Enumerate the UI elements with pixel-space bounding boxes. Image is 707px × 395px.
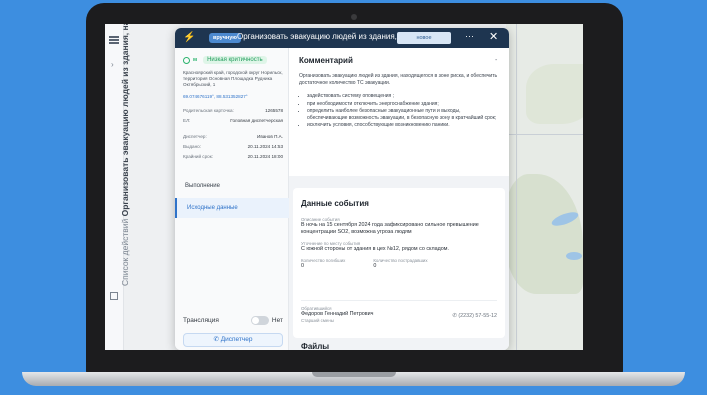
criticality-icon: [183, 56, 190, 64]
task-panel: ⚡ вручную Организовать эвакуацию людей и…: [175, 28, 509, 350]
list-item: определить наиболее безопасные эвакуацио…: [307, 108, 499, 121]
broadcast-toggle[interactable]: [250, 316, 269, 325]
broadcast-row: Трансляция Нет: [183, 316, 283, 325]
field-issued: Выдано: 20.11.2024 14:53: [183, 144, 283, 149]
task-title: Организовать эвакуацию людей из здания, …: [237, 32, 411, 41]
info-column: м Низкая критичность Красноярский край, …: [175, 48, 289, 350]
map[interactable]: [506, 24, 583, 350]
laptop-lid: › Список действий Организовать эвакуацию…: [86, 3, 623, 375]
dead-value: 0: [301, 263, 304, 269]
content-area: Комментарий - Организовать эвакуацию люд…: [289, 48, 509, 350]
criticality: м Низкая критичность: [183, 56, 267, 64]
field-parent-card: Родительская карточка: 1265578: [183, 108, 283, 113]
field-dispatcher: Диспетчер: Иванов П.А.: [183, 134, 283, 139]
comment-card: Комментарий - Организовать эвакуацию люд…: [289, 48, 509, 176]
files-heading: Файлы: [301, 342, 330, 350]
more-icon[interactable]: ···: [465, 31, 474, 41]
dead-label: Количество погибших: [301, 258, 346, 263]
nav-source-data[interactable]: Исходные данные: [175, 198, 289, 218]
casualties-row: Количество погибших 0 Количество пострад…: [301, 258, 497, 270]
reporter-phone[interactable]: ✆ (2232) 57-55-12: [452, 313, 497, 319]
address: Красноярский край, городской округ Норил…: [183, 70, 283, 87]
comment-list: задействовать систему оповещения ; при н…: [299, 93, 499, 129]
chevron-right-icon[interactable]: ›: [111, 60, 114, 69]
collapse-icon[interactable]: -: [495, 57, 497, 64]
list-item: исключить условия, способствующие возник…: [307, 122, 499, 129]
side-rail: › Список действий Организовать эвакуацию…: [105, 24, 130, 350]
camera-icon: [351, 14, 357, 20]
dispatcher-button[interactable]: ✆ Диспетчер: [183, 333, 283, 347]
event-desc: В ночь на 15 сентября 2024 года зафиксир…: [301, 222, 479, 235]
criticality-code: м: [193, 57, 198, 63]
screen: › Список действий Организовать эвакуацию…: [105, 24, 583, 350]
rail-title: Список действий Организовать эвакуацию л…: [120, 24, 130, 286]
criticality-badge: Низкая критичность: [203, 56, 267, 64]
rail-task-title[interactable]: Организовать эвакуацию людей из здания, …: [120, 24, 130, 216]
event-place: С южной стороны от здания в цех №12, ряд…: [301, 246, 449, 252]
menu-icon[interactable]: [109, 36, 119, 44]
coordinates-link[interactable]: 69.074676119°, 88.531352827°: [183, 94, 248, 99]
phone-icon: ✆: [213, 336, 221, 343]
injured-label: Количество пострадавших: [373, 258, 428, 263]
list-item: задействовать систему оповещения ;: [307, 93, 499, 100]
reporter-block: Обратившийся Федоров Геннадий Петрович С…: [301, 300, 497, 323]
list-item: при необходимости отключить энергоснабже…: [307, 101, 499, 108]
laptop-base: [22, 372, 685, 386]
close-icon[interactable]: ✕: [489, 30, 498, 43]
field-unit: ЕЛ: Головная диспетчерская: [183, 118, 283, 123]
rail-prefix: Список действий: [120, 218, 130, 286]
broadcast-state: Нет: [271, 317, 283, 324]
event-card: Данные события Описание события В ночь н…: [293, 188, 505, 338]
injured-value: 0: [373, 263, 377, 269]
comment-text: Организовать эвакуацию людей из здания, …: [299, 73, 498, 86]
panel-header: ⚡ вручную Организовать эвакуацию людей и…: [175, 28, 509, 48]
list-icon[interactable]: [110, 292, 118, 300]
broadcast-label: Трансляция: [183, 317, 219, 324]
field-deadline: Крайний срок: 20.11.2024 18:00: [183, 154, 283, 159]
nav-execution[interactable]: Выполнение: [175, 176, 289, 196]
logo-icon: ⚡: [183, 32, 196, 43]
comment-heading: Комментарий: [299, 56, 353, 65]
status-select[interactable]: новое: [397, 32, 451, 44]
event-heading: Данные события: [301, 199, 369, 208]
